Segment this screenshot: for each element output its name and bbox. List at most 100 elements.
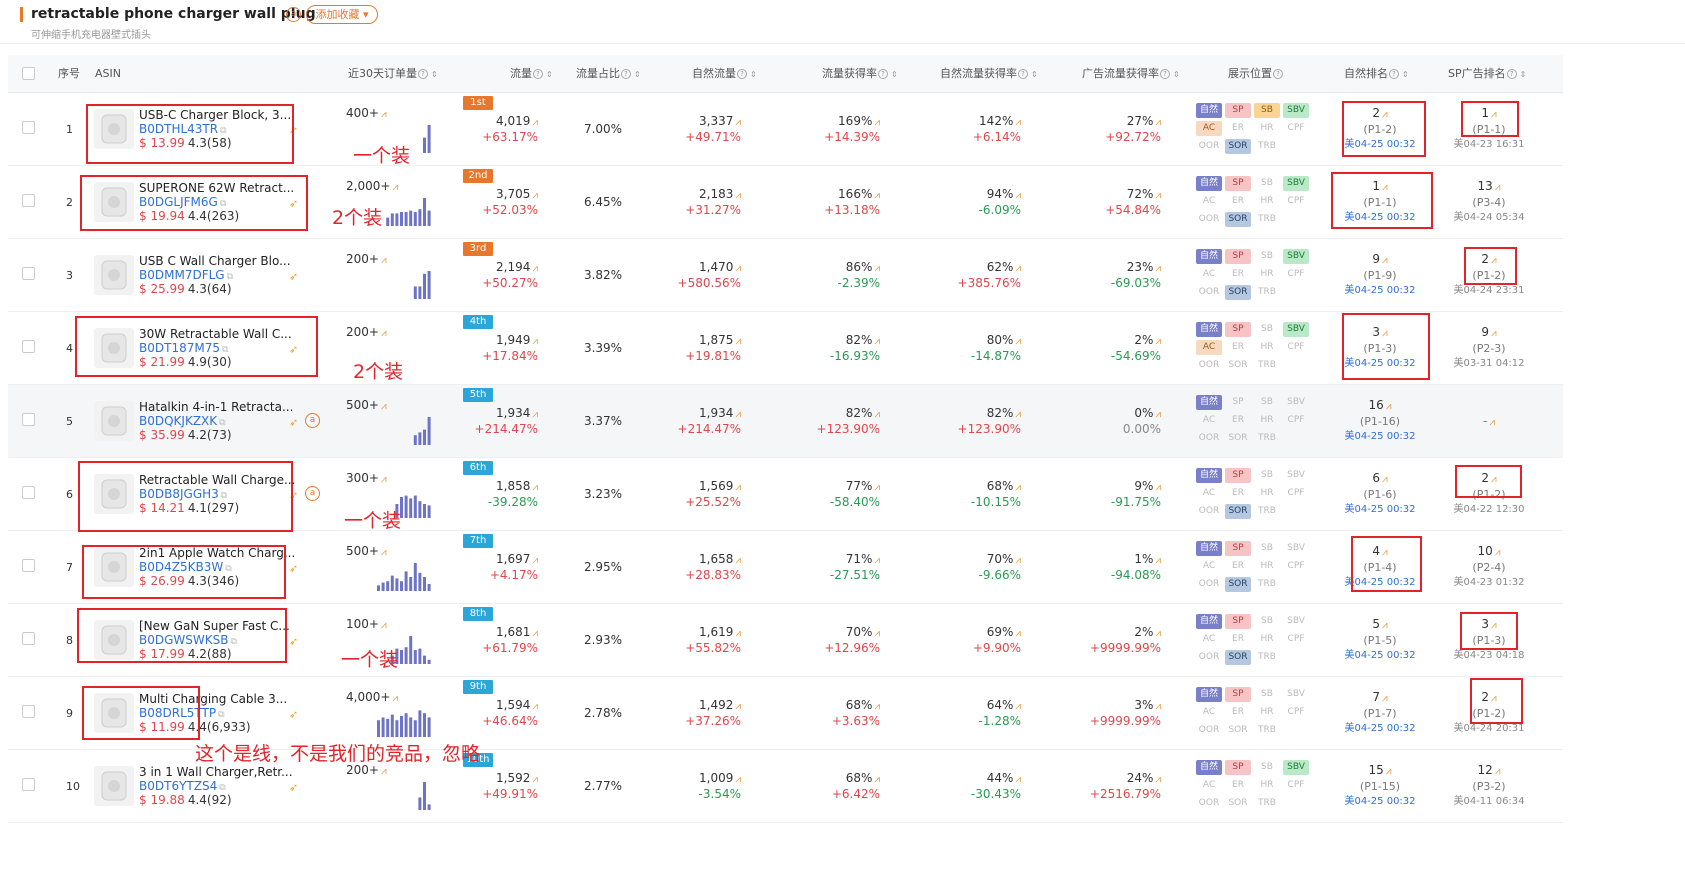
organic-rank[interactable]: 9 ⩘ (P1-9) 美04-25 00:32 (1333, 252, 1427, 298)
row-checkbox[interactable] (22, 632, 35, 645)
organic-rank[interactable]: 4 ⩘ (P1-4) 美04-25 00:32 (1333, 544, 1427, 590)
asin-link[interactable]: B0DT6YTZS4 ⧉ (139, 779, 226, 793)
asin-link[interactable]: B0DQKJKZXK ⧉ (139, 414, 226, 428)
sp-ad-rank[interactable]: - ⩘ (1442, 414, 1536, 430)
table-row[interactable]: 7 2in1 Apple Watch Charg... B0D4Z5KB3W ⧉ $ 2… (8, 531, 1563, 604)
product-image[interactable] (94, 474, 134, 514)
col-traffic[interactable]: 流量? ⇕ (510, 55, 553, 93)
copy-icon[interactable]: ⧉ (219, 783, 225, 793)
copy-icon[interactable]: ⧉ (220, 199, 226, 209)
table-row[interactable]: 2 SUPERONE 62W Retract... B0DGLJFM6G ⧉ $ 19.… (8, 166, 1563, 239)
sp-ad-rank[interactable]: 9 ⩘ (P2-3) 美03-31 04:12 (1442, 325, 1536, 371)
sales-sparkline[interactable] (373, 269, 433, 299)
copy-icon[interactable]: ⧉ (225, 564, 231, 574)
sales-sparkline[interactable] (373, 415, 433, 445)
table-row[interactable]: 6 Retractable Wall Charge... B0DB8JGGH3 ⧉ $ … (8, 458, 1563, 531)
placement-tag-cpf: CPF (1287, 342, 1305, 352)
asin-link[interactable]: B08DRL5TTP ⧉ (139, 706, 225, 720)
copy-icon[interactable]: ⧉ (230, 637, 236, 647)
sp-ad-rank[interactable]: 2 ⩘ (P1-2) 美04-22 12:30 (1442, 471, 1536, 517)
table-row[interactable]: 1 USB-C Charger Block, 3... B0DTHL43TR ⧉ $ 1… (8, 93, 1563, 166)
table-row[interactable]: 5 Hatalkin 4-in-1 Retracta... B0DQKJKZXK ⧉ $… (8, 385, 1563, 458)
asin-link[interactable]: B0DGWSWKSB ⧉ (139, 633, 237, 647)
asin-link[interactable]: B0DGLJFM6G ⧉ (139, 195, 226, 209)
sp-ad-rank[interactable]: 1 ⩘ (P1-1) 美04-23 16:31 (1442, 106, 1536, 152)
placement-tag-sp: SP (1225, 249, 1251, 264)
placement-tag-trb: TRB (1258, 506, 1276, 516)
product-image[interactable] (94, 255, 134, 295)
sales-sparkline[interactable] (373, 780, 433, 810)
product-image[interactable] (94, 109, 134, 149)
organic-rank[interactable]: 7 ⩘ (P1-7) 美04-25 00:32 (1333, 690, 1427, 736)
organic-rank[interactable]: 15 ⩘ (P1-15) 美04-25 00:32 (1333, 763, 1427, 809)
organic-rank[interactable]: 16 ⩘ (P1-16) 美04-25 00:32 (1333, 398, 1427, 444)
product-title[interactable]: USB-C Charger Block, 3... (139, 108, 299, 122)
product-title[interactable]: 3 in 1 Wall Charger,Retr... (139, 765, 299, 779)
row-checkbox[interactable] (22, 340, 35, 353)
row-checkbox[interactable] (22, 486, 35, 499)
table-row[interactable]: 8 [New GaN Super Fast C... B0DGWSWKSB ⧉ $ 17… (8, 604, 1563, 677)
row-checkbox[interactable] (22, 194, 35, 207)
copy-icon[interactable]: ⧉ (219, 418, 225, 428)
sp-ad-rank[interactable]: 2 ⩘ (P1-2) 美04-24 23:31 (1442, 252, 1536, 298)
copy-icon[interactable]: ⧉ (222, 345, 228, 355)
copy-icon[interactable]: ⧉ (221, 491, 227, 501)
asin-link[interactable]: B0DTHL43TR ⧉ (139, 122, 227, 136)
sales-sparkline[interactable] (373, 707, 433, 737)
sp-ad-rank[interactable]: 2 ⩘ (P1-2) 美04-24 20:31 (1442, 690, 1536, 736)
col-placement: 展示位置? (1228, 55, 1283, 93)
add-favorite-button[interactable]: 添加收藏 ▾ (306, 5, 378, 24)
row-checkbox[interactable] (22, 413, 35, 426)
product-image[interactable] (94, 693, 134, 733)
copy-icon[interactable]: ⧉ (218, 710, 224, 720)
product-title[interactable]: USB C Wall Charger Blo... (139, 254, 299, 268)
copy-icon[interactable]: ⧉ (220, 126, 226, 136)
table-row[interactable]: 3 USB C Wall Charger Blo... B0DMM7DFLG ⧉ $ 2… (8, 239, 1563, 312)
product-title[interactable]: 30W Retractable Wall C... (139, 327, 299, 341)
product-image[interactable] (94, 547, 134, 587)
organic-rank[interactable]: 1 ⩘ (P1-1) 美04-25 00:32 (1333, 179, 1427, 225)
row-checkbox[interactable] (22, 778, 35, 791)
sp-ad-rank[interactable]: 3 ⩘ (P1-3) 美04-23 04:18 (1442, 617, 1536, 663)
product-image[interactable] (94, 182, 134, 222)
row-checkbox[interactable] (22, 121, 35, 134)
product-title[interactable]: 2in1 Apple Watch Charg... (139, 546, 299, 560)
organic-rank[interactable]: 2 ⩘ (P1-2) 美04-25 00:32 (1333, 106, 1427, 152)
product-title[interactable]: [New GaN Super Fast C... (139, 619, 299, 633)
product-image[interactable] (94, 620, 134, 660)
organic-rank[interactable]: 5 ⩘ (P1-5) 美04-25 00:32 (1333, 617, 1427, 663)
col-sales30[interactable]: 近30天订单量? ⇕ (348, 55, 438, 93)
sp-ad-rank[interactable]: 10 ⩘ (P2-4) 美04-23 01:32 (1442, 544, 1536, 590)
asin-link[interactable]: B0D4Z5KB3W ⧉ (139, 560, 232, 574)
row-checkbox[interactable] (22, 267, 35, 280)
col-sp-rank[interactable]: SP广告排名? ⇕ (1448, 55, 1526, 93)
sp-ad-rank[interactable]: 13 ⩘ (P3-4) 美04-24 05:34 (1442, 179, 1536, 225)
placement-tag-er: ER (1232, 634, 1244, 644)
sp-ad-rank[interactable]: 12 ⩘ (P3-2) 美04-11 06:34 (1442, 763, 1536, 809)
product-image[interactable] (94, 401, 134, 441)
trend-icon: ⩘ (1491, 328, 1497, 339)
sales-sparkline[interactable] (373, 561, 433, 591)
col-organic-rank[interactable]: 自然排名? ⇕ (1344, 55, 1409, 93)
product-title[interactable]: Retractable Wall Charge... (139, 473, 299, 487)
row-checkbox[interactable] (22, 559, 35, 572)
organic-rank[interactable]: 3 ⩘ (P1-3) 美04-25 00:32 (1333, 325, 1427, 371)
product-title[interactable]: Hatalkin 4-in-1 Retracta... (139, 400, 299, 414)
select-all-checkbox[interactable] (22, 67, 35, 80)
asin-link[interactable]: B0DMM7DFLG ⧉ (139, 268, 233, 282)
row-checkbox[interactable] (22, 705, 35, 718)
asin-link[interactable]: B0DT187M75 ⧉ (139, 341, 228, 355)
product-title[interactable]: SUPERONE 62W Retract... (139, 181, 299, 195)
col-ad-capture[interactable]: 广告流量获得率? ⇕ (1082, 55, 1180, 93)
col-traffic-share[interactable]: 流量占比? ⇕ (576, 55, 641, 93)
product-title[interactable]: Multi Charging Cable 3... (139, 692, 299, 706)
col-organic-traffic[interactable]: 自然流量? ⇕ (692, 55, 757, 93)
col-traffic-capture[interactable]: 流量获得率? ⇕ (822, 55, 898, 93)
product-image[interactable] (94, 328, 134, 368)
asin-link[interactable]: B0DB8JGGH3 ⧉ (139, 487, 227, 501)
organic-rank[interactable]: 6 ⩘ (P1-6) 美04-25 00:32 (1333, 471, 1427, 517)
table-row[interactable]: 4 30W Retractable Wall C... B0DT187M75 ⧉ $ 2… (8, 312, 1563, 385)
col-organic-capture[interactable]: 自然流量获得率? ⇕ (940, 55, 1038, 93)
product-image[interactable] (94, 766, 134, 806)
copy-icon[interactable]: ⧉ (227, 272, 233, 282)
